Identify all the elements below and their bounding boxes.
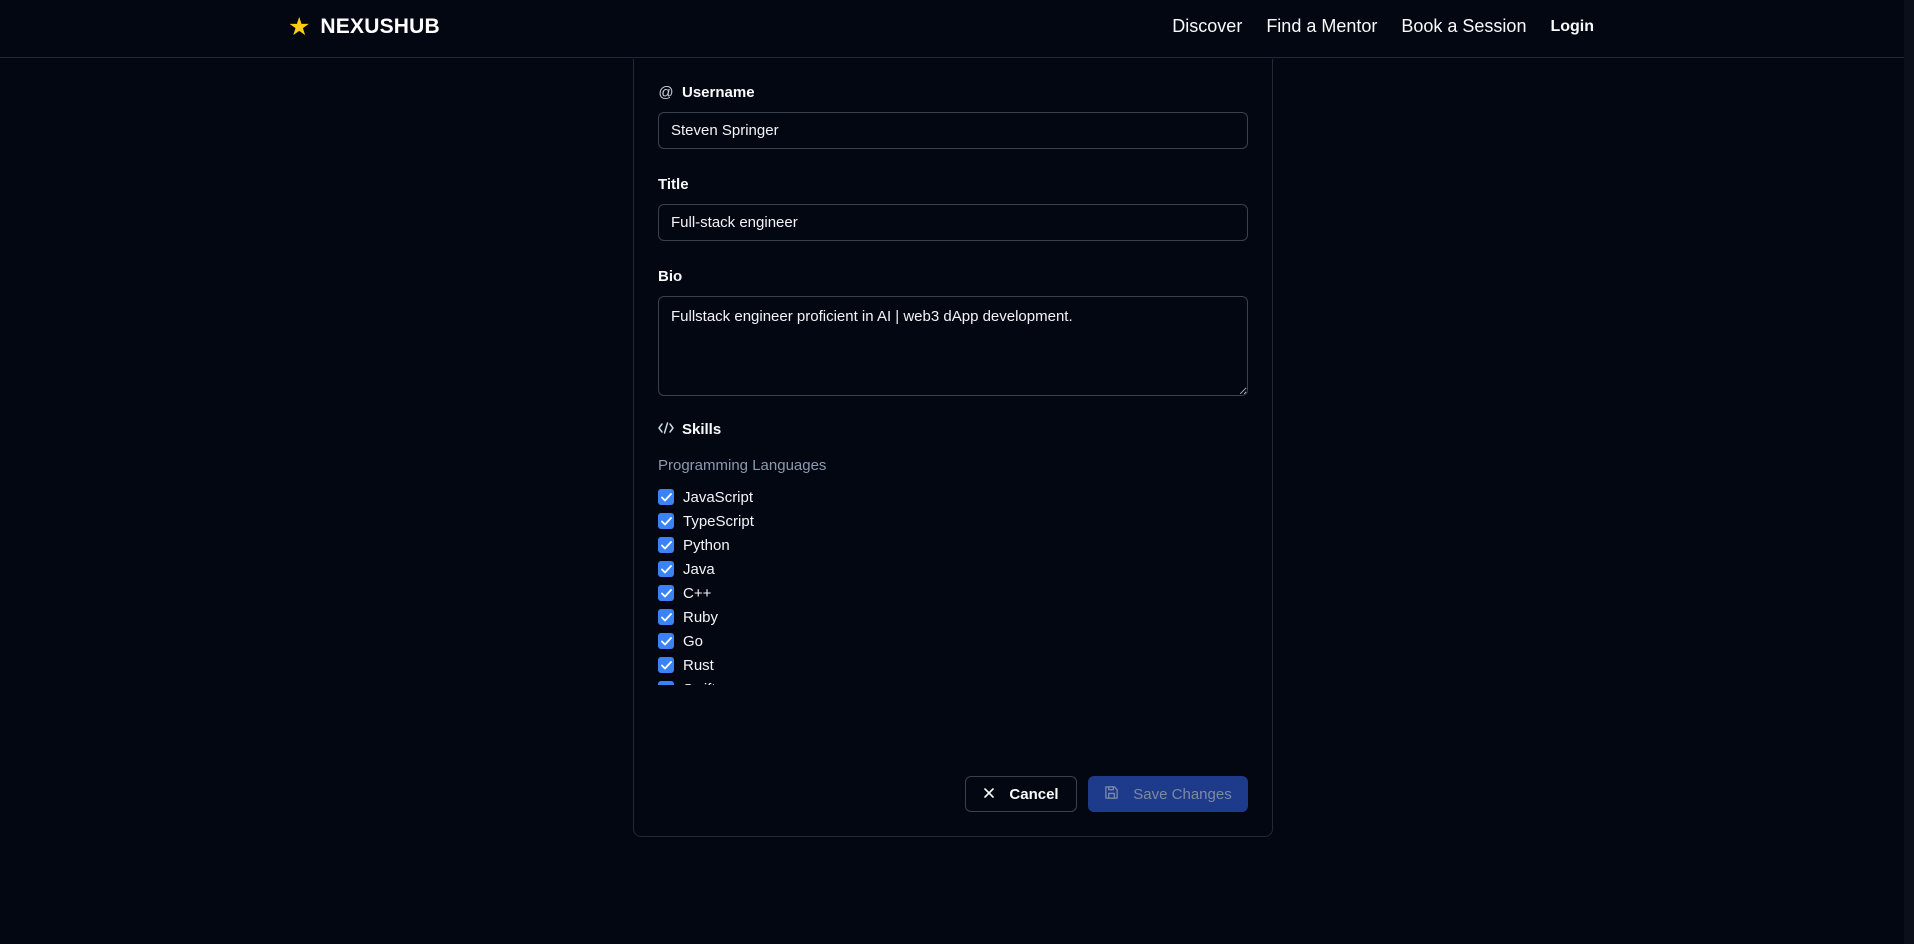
code-icon: [658, 421, 674, 438]
skill-option[interactable]: Go: [658, 629, 1058, 653]
close-icon: [983, 786, 995, 803]
bio-textarea[interactable]: Fullstack engineer proficient in AI | we…: [658, 296, 1248, 396]
skill-checkbox[interactable]: [658, 657, 674, 673]
brand-logo[interactable]: ★ NEXUSHUB: [288, 13, 440, 41]
skill-option[interactable]: JavaScript: [658, 485, 1058, 509]
skill-label: Python: [683, 536, 730, 554]
skill-checkbox[interactable]: [658, 633, 674, 649]
skill-checkbox[interactable]: [658, 561, 674, 577]
nav-discover[interactable]: Discover: [1172, 16, 1242, 37]
title-label: Title: [658, 176, 689, 193]
skills-label: Skills: [658, 421, 721, 438]
login-button[interactable]: Login: [1550, 18, 1594, 36]
at-icon: @: [658, 84, 674, 101]
save-icon: [1104, 785, 1119, 804]
skill-checkbox[interactable]: [658, 681, 674, 685]
skill-option[interactable]: Swift: [658, 677, 1058, 685]
skills-checkbox-list[interactable]: JavaScript TypeScript Python Java C++ Ruby Go R…: [658, 485, 1058, 685]
brand-name: NEXUSHUB: [320, 15, 440, 38]
nav-book-a-session[interactable]: Book a Session: [1401, 16, 1526, 37]
skill-option[interactable]: Rust: [658, 653, 1058, 677]
cancel-button[interactable]: Cancel: [965, 776, 1077, 812]
nav-links: Discover Find a Mentor Book a Session Lo…: [1172, 16, 1594, 37]
save-changes-button[interactable]: Save Changes: [1088, 776, 1248, 812]
skill-checkbox[interactable]: [658, 585, 674, 601]
edit-profile-card: @ Username Title Bio Fullstack engineer …: [633, 59, 1273, 837]
bio-label: Bio: [658, 268, 683, 285]
skill-label: C++: [683, 584, 712, 602]
nav-find-a-mentor[interactable]: Find a Mentor: [1266, 16, 1377, 37]
username-input[interactable]: [658, 112, 1248, 149]
skill-label: TypeScript: [683, 512, 754, 530]
title-input[interactable]: [658, 204, 1248, 241]
skill-checkbox[interactable]: [658, 609, 674, 625]
skill-checkbox[interactable]: [658, 537, 674, 553]
skill-group-title: Programming Languages: [658, 457, 827, 474]
skill-checkbox[interactable]: [658, 513, 674, 529]
skill-label: Swift: [683, 681, 716, 686]
skill-option[interactable]: TypeScript: [658, 509, 1058, 533]
skill-option[interactable]: Java: [658, 557, 1058, 581]
skill-label: Rust: [683, 656, 714, 674]
skill-label: Go: [683, 632, 704, 650]
top-navbar: ★ NEXUSHUB Discover Find a Mentor Book a…: [0, 0, 1904, 58]
skill-label: Java: [683, 560, 715, 578]
skill-option[interactable]: C++: [658, 581, 1058, 605]
username-label: @ Username: [658, 84, 755, 101]
skill-label: Ruby: [683, 608, 719, 626]
page-scrollbar[interactable]: [1904, 0, 1914, 944]
skill-checkbox[interactable]: [658, 489, 674, 505]
skill-label: JavaScript: [683, 488, 754, 506]
skill-option[interactable]: Ruby: [658, 605, 1058, 629]
star-icon: ★: [288, 13, 311, 41]
skill-option[interactable]: Python: [658, 533, 1058, 557]
